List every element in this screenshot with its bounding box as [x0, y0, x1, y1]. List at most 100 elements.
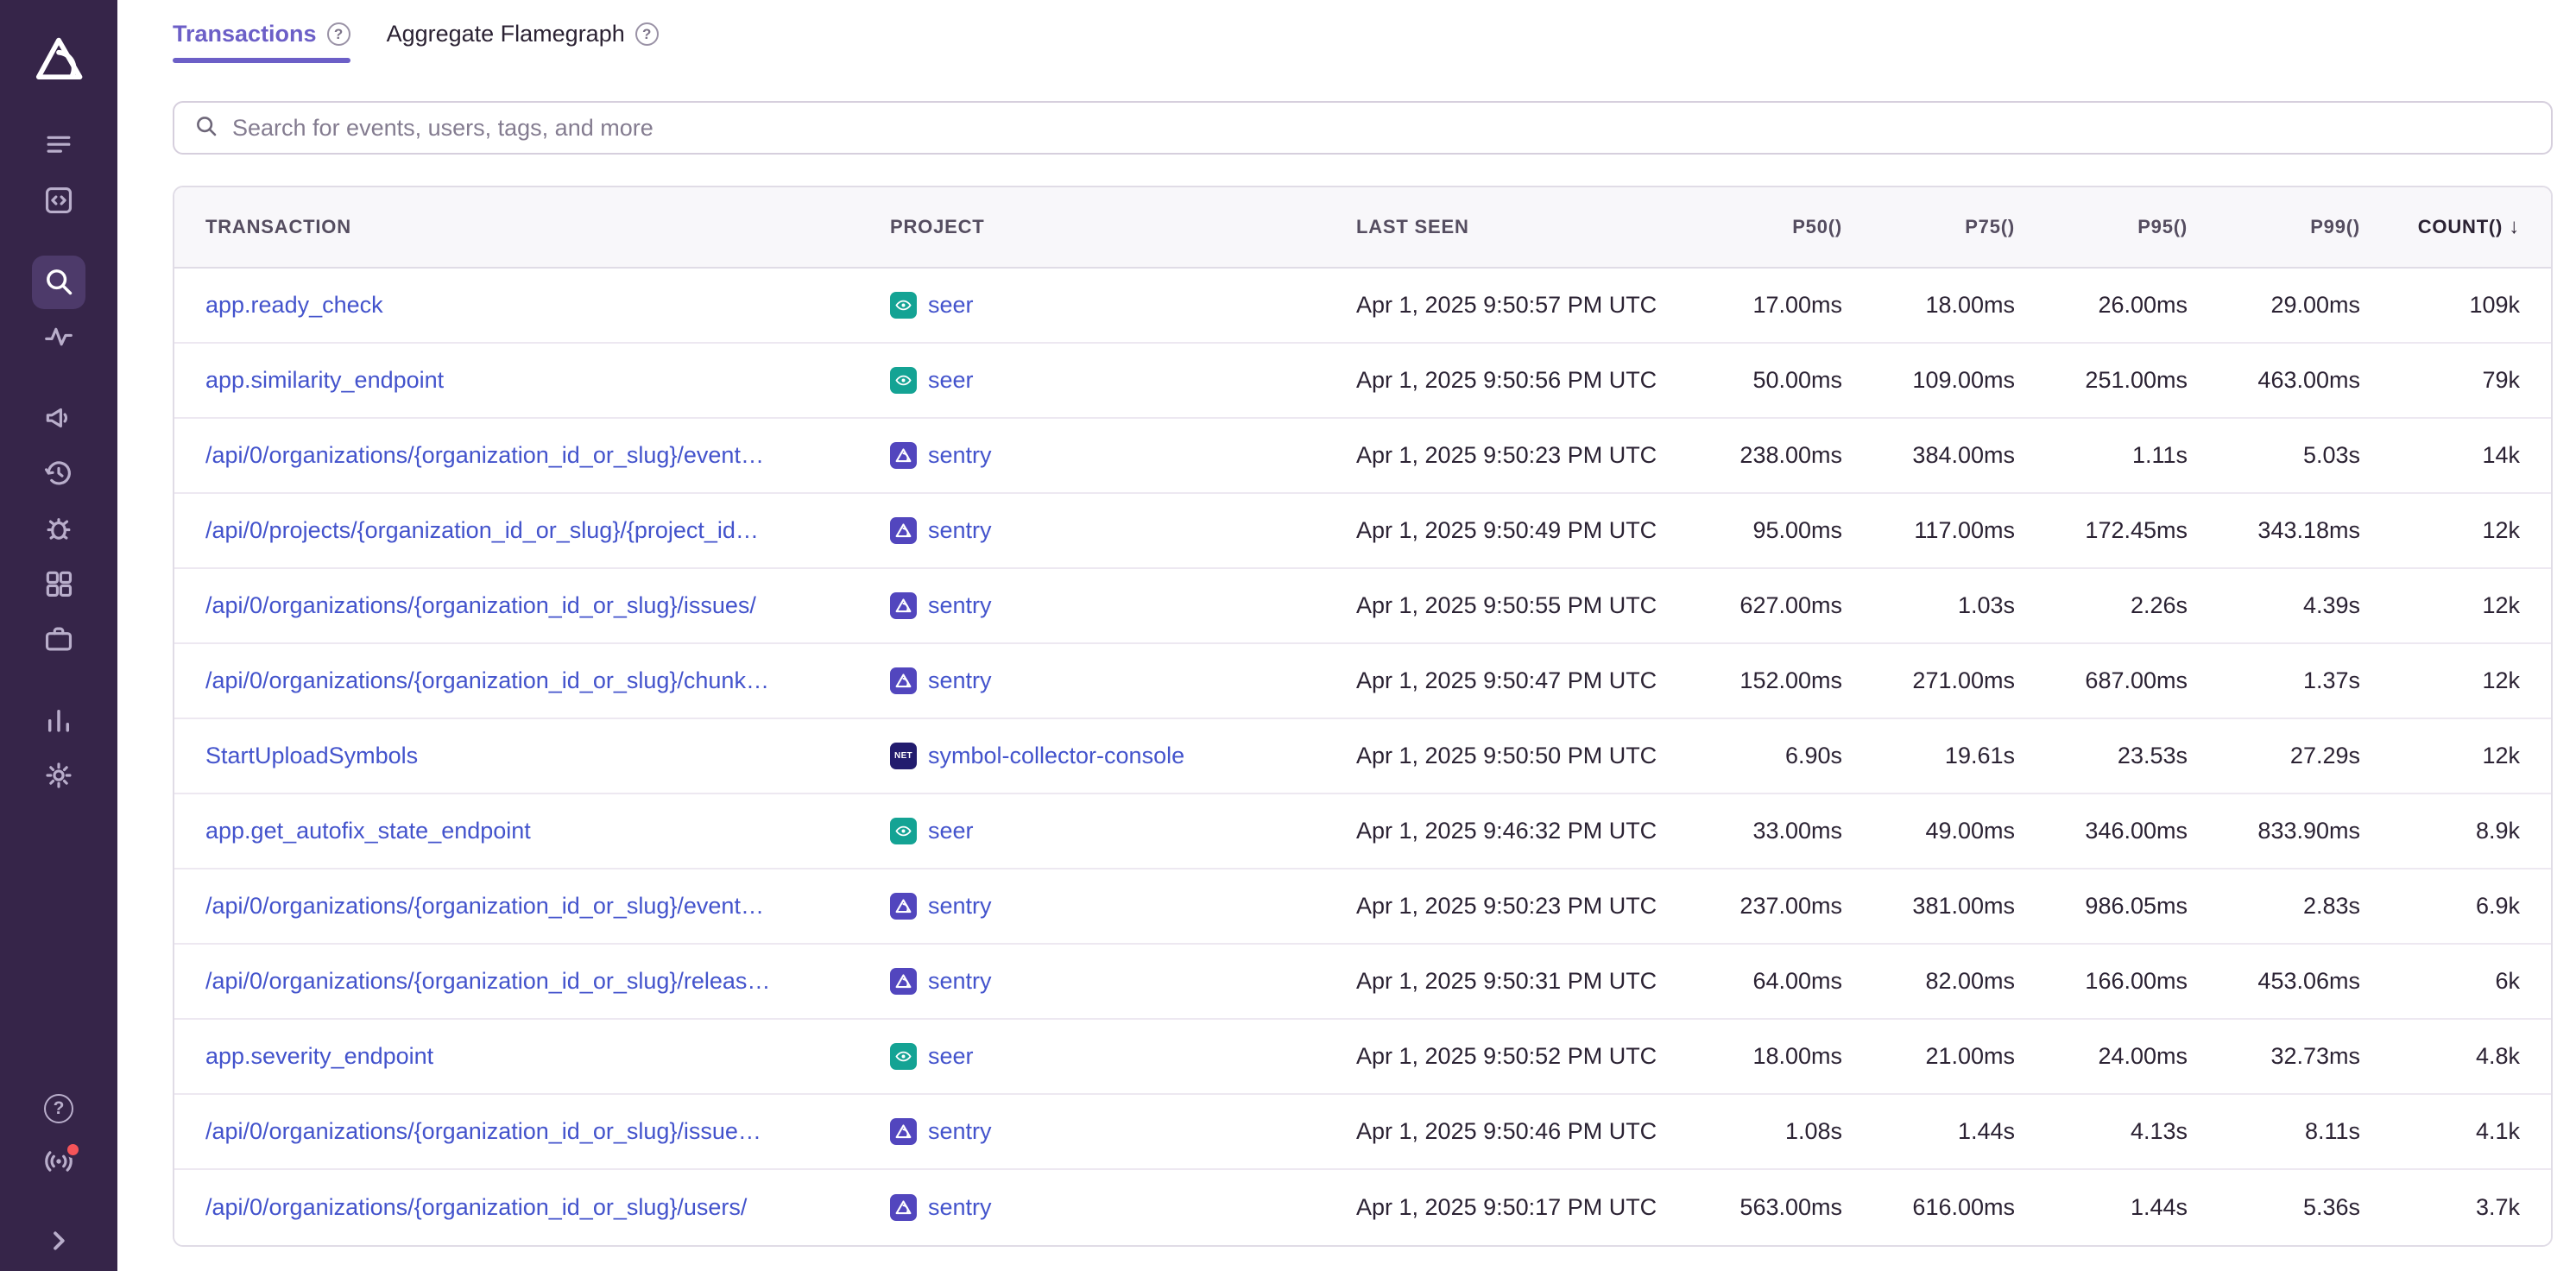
search-icon: [193, 113, 219, 143]
project-link[interactable]: sentry: [928, 442, 992, 469]
p50-value: 33.00ms: [1670, 818, 1842, 844]
transaction-link[interactable]: /api/0/organizations/{organization_id_or…: [205, 592, 890, 619]
table-row: /api/0/organizations/{organization_id_or…: [174, 569, 2551, 644]
p75-value: 616.00ms: [1842, 1194, 2015, 1221]
tab-aggregate-flamegraph[interactable]: Aggregate Flamegraph ?: [387, 21, 659, 63]
p75-value: 271.00ms: [1842, 667, 2015, 694]
p95-value: 23.53s: [2015, 743, 2188, 769]
column-header-count[interactable]: COUNT() ↓: [2360, 216, 2520, 238]
collapse-sidebar-button[interactable]: [41, 1224, 76, 1259]
transaction-link[interactable]: /api/0/organizations/{organization_id_or…: [205, 968, 890, 995]
count-value: 12k: [2360, 517, 2520, 544]
column-header-p75[interactable]: P75(): [1842, 216, 2015, 238]
p99-value: 5.36s: [2188, 1194, 2360, 1221]
column-header-p50[interactable]: P50(): [1670, 216, 1842, 238]
transaction-link[interactable]: app.ready_check: [205, 292, 890, 319]
p75-value: 109.00ms: [1842, 367, 2015, 394]
search-icon: [42, 265, 75, 300]
transaction-link[interactable]: app.severity_endpoint: [205, 1043, 890, 1070]
issues-icon: [42, 129, 75, 164]
p99-value: 32.73ms: [2188, 1043, 2360, 1070]
column-header-transaction[interactable]: TRANSACTION: [205, 216, 890, 238]
sidebar-item-feedback[interactable]: [41, 402, 76, 436]
p75-value: 1.03s: [1842, 592, 2015, 619]
p99-value: 4.39s: [2188, 592, 2360, 619]
p99-value: 29.00ms: [2188, 292, 2360, 319]
p95-value: 172.45ms: [2015, 517, 2188, 544]
transaction-link[interactable]: StartUploadSymbols: [205, 743, 890, 769]
sidebar-item-explore[interactable]: [41, 184, 76, 218]
sentry-logo[interactable]: [32, 35, 85, 84]
p99-value: 2.83s: [2188, 893, 2360, 920]
project-link[interactable]: seer: [928, 1043, 974, 1070]
project-link[interactable]: sentry: [928, 517, 992, 544]
p95-value: 24.00ms: [2015, 1043, 2188, 1070]
p95-value: 687.00ms: [2015, 667, 2188, 694]
sidebar-item-traces[interactable]: [41, 320, 76, 355]
transaction-link[interactable]: /api/0/organizations/{organization_id_or…: [205, 442, 890, 469]
seer-project-icon: [890, 1043, 917, 1070]
project-link[interactable]: sentry: [928, 893, 992, 920]
bar-chart-icon: [42, 704, 75, 739]
p75-value: 381.00ms: [1842, 893, 2015, 920]
count-value: 12k: [2360, 667, 2520, 694]
transaction-link[interactable]: /api/0/organizations/{organization_id_or…: [205, 893, 890, 920]
sentry-project-icon: [890, 667, 917, 694]
column-header-p99[interactable]: P99(): [2188, 216, 2360, 238]
project-link[interactable]: symbol-collector-console: [928, 743, 1184, 769]
sort-desc-icon: ↓: [2509, 217, 2520, 237]
transaction-link[interactable]: /api/0/organizations/{organization_id_or…: [205, 667, 890, 694]
sidebar-item-whats-new[interactable]: [41, 1145, 76, 1179]
briefcase-icon: [42, 623, 75, 658]
p99-value: 5.03s: [2188, 442, 2360, 469]
p75-value: 49.00ms: [1842, 818, 2015, 844]
transaction-link[interactable]: /api/0/projects/{organization_id_or_slug…: [205, 517, 890, 544]
chevron-right-icon: [42, 1224, 75, 1260]
project-link[interactable]: seer: [928, 367, 974, 394]
p99-value: 8.11s: [2188, 1118, 2360, 1145]
p50-value: 64.00ms: [1670, 968, 1842, 995]
project-link[interactable]: sentry: [928, 1118, 992, 1145]
sidebar-item-dashboards[interactable]: [41, 704, 76, 738]
last-seen-value: Apr 1, 2025 9:50:23 PM UTC: [1356, 442, 1670, 469]
sidebar-item-issues[interactable]: [41, 129, 76, 163]
project-link[interactable]: sentry: [928, 667, 992, 694]
sidebar-item-alerts[interactable]: [41, 512, 76, 547]
sidebar-item-replays[interactable]: [41, 457, 76, 491]
table-row: /api/0/organizations/{organization_id_or…: [174, 945, 2551, 1020]
table-row: /api/0/organizations/{organization_id_or…: [174, 869, 2551, 945]
p50-value: 50.00ms: [1670, 367, 1842, 394]
column-header-last-seen[interactable]: LAST SEEN: [1356, 216, 1670, 238]
sidebar-item-search[interactable]: [32, 256, 85, 309]
project-link[interactable]: sentry: [928, 968, 992, 995]
project-link[interactable]: seer: [928, 292, 974, 319]
transaction-link[interactable]: app.get_autofix_state_endpoint: [205, 818, 890, 844]
sidebar-item-help[interactable]: ?: [41, 1091, 76, 1126]
sidebar-item-settings[interactable]: [41, 759, 76, 794]
transaction-link[interactable]: /api/0/organizations/{organization_id_or…: [205, 1194, 890, 1221]
column-header-p95[interactable]: P95(): [2015, 216, 2188, 238]
sentry-project-icon: [890, 517, 917, 544]
sentry-project-icon: [890, 1118, 917, 1145]
project-link[interactable]: sentry: [928, 592, 992, 619]
column-header-project[interactable]: PROJECT: [890, 216, 1356, 238]
project-link[interactable]: sentry: [928, 1194, 992, 1221]
transaction-link[interactable]: app.similarity_endpoint: [205, 367, 890, 394]
table-row: /api/0/organizations/{organization_id_or…: [174, 644, 2551, 719]
help-icon[interactable]: ?: [327, 22, 350, 46]
sidebar-item-insights[interactable]: [41, 567, 76, 602]
search-input[interactable]: [232, 115, 2532, 142]
p50-value: 95.00ms: [1670, 517, 1842, 544]
count-value: 6k: [2360, 968, 2520, 995]
tab-transactions[interactable]: Transactions ?: [173, 21, 350, 63]
p75-value: 19.61s: [1842, 743, 2015, 769]
p50-value: 18.00ms: [1670, 1043, 1842, 1070]
count-value: 3.7k: [2360, 1194, 2520, 1221]
sidebar-item-projects[interactable]: [41, 623, 76, 657]
last-seen-value: Apr 1, 2025 9:50:47 PM UTC: [1356, 667, 1670, 694]
transaction-link[interactable]: /api/0/organizations/{organization_id_or…: [205, 1118, 890, 1145]
table-row: app.severity_endpoint seer Apr 1, 2025 9…: [174, 1020, 2551, 1095]
table-row: app.get_autofix_state_endpoint seer Apr …: [174, 794, 2551, 869]
project-link[interactable]: seer: [928, 818, 974, 844]
help-icon[interactable]: ?: [635, 22, 659, 46]
